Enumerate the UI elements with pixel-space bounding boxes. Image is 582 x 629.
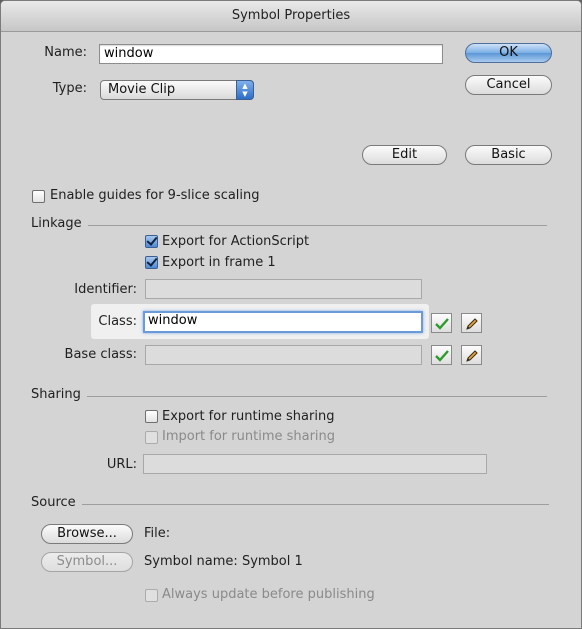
edit-base-class-button[interactable] bbox=[461, 345, 482, 365]
name-field[interactable]: window bbox=[99, 44, 443, 64]
source-divider bbox=[31, 504, 549, 505]
sharing-heading: Sharing bbox=[31, 387, 87, 402]
linkage-divider bbox=[31, 225, 547, 226]
identifier-field[interactable] bbox=[145, 279, 422, 299]
source-heading: Source bbox=[31, 495, 82, 510]
export-frame1-checkbox[interactable] bbox=[145, 256, 158, 269]
type-select-value: Movie Clip bbox=[108, 82, 176, 97]
type-select[interactable]: Movie Clip ▲ ▼ bbox=[100, 80, 254, 100]
name-label: Name: bbox=[44, 45, 87, 60]
sharing-divider bbox=[31, 396, 547, 397]
basic-button[interactable]: Basic bbox=[465, 145, 552, 165]
checkmark-icon bbox=[435, 318, 449, 330]
type-label: Type: bbox=[52, 81, 87, 96]
checkmark-icon bbox=[435, 350, 449, 362]
import-runtime-label: Import for runtime sharing bbox=[162, 429, 336, 444]
file-label: File: bbox=[144, 526, 171, 541]
symbol-properties-dialog: Symbol Properties Name: window Type: Mov… bbox=[0, 0, 582, 629]
base-class-label: Base class: bbox=[64, 347, 137, 362]
ok-button[interactable]: OK bbox=[465, 43, 552, 63]
symbol-button[interactable]: Symbol... bbox=[41, 552, 133, 572]
edit-class-button[interactable] bbox=[461, 313, 482, 333]
always-update-checkbox[interactable] bbox=[145, 589, 158, 602]
base-class-field[interactable] bbox=[145, 345, 422, 365]
always-update-label: Always update before publishing bbox=[162, 587, 375, 602]
cancel-button[interactable]: Cancel bbox=[465, 75, 552, 95]
identifier-label: Identifier: bbox=[74, 282, 137, 297]
pencil-icon bbox=[466, 318, 478, 330]
export-actionscript-label: Export for ActionScript bbox=[162, 234, 310, 249]
symbol-name-label: Symbol name: Symbol 1 bbox=[144, 554, 303, 569]
class-field[interactable]: window bbox=[143, 311, 423, 333]
validate-base-class-button[interactable] bbox=[431, 345, 452, 365]
browse-button[interactable]: Browse... bbox=[41, 524, 133, 544]
url-label: URL: bbox=[106, 457, 137, 472]
select-arrows-icon: ▲ ▼ bbox=[236, 80, 254, 100]
edit-button[interactable]: Edit bbox=[362, 145, 447, 165]
pencil-icon bbox=[466, 350, 478, 362]
class-label: Class: bbox=[98, 314, 137, 329]
export-runtime-checkbox[interactable] bbox=[145, 410, 158, 423]
nine-slice-label: Enable guides for 9-slice scaling bbox=[50, 188, 260, 203]
export-frame1-label: Export in frame 1 bbox=[162, 255, 276, 270]
url-field[interactable] bbox=[143, 454, 487, 474]
nine-slice-checkbox[interactable] bbox=[32, 190, 45, 203]
linkage-heading: Linkage bbox=[31, 216, 88, 231]
export-actionscript-checkbox[interactable] bbox=[145, 235, 158, 248]
import-runtime-checkbox[interactable] bbox=[145, 431, 158, 444]
validate-class-button[interactable] bbox=[431, 313, 452, 333]
export-runtime-label: Export for runtime sharing bbox=[162, 409, 335, 424]
dialog-title: Symbol Properties bbox=[1, 1, 581, 32]
